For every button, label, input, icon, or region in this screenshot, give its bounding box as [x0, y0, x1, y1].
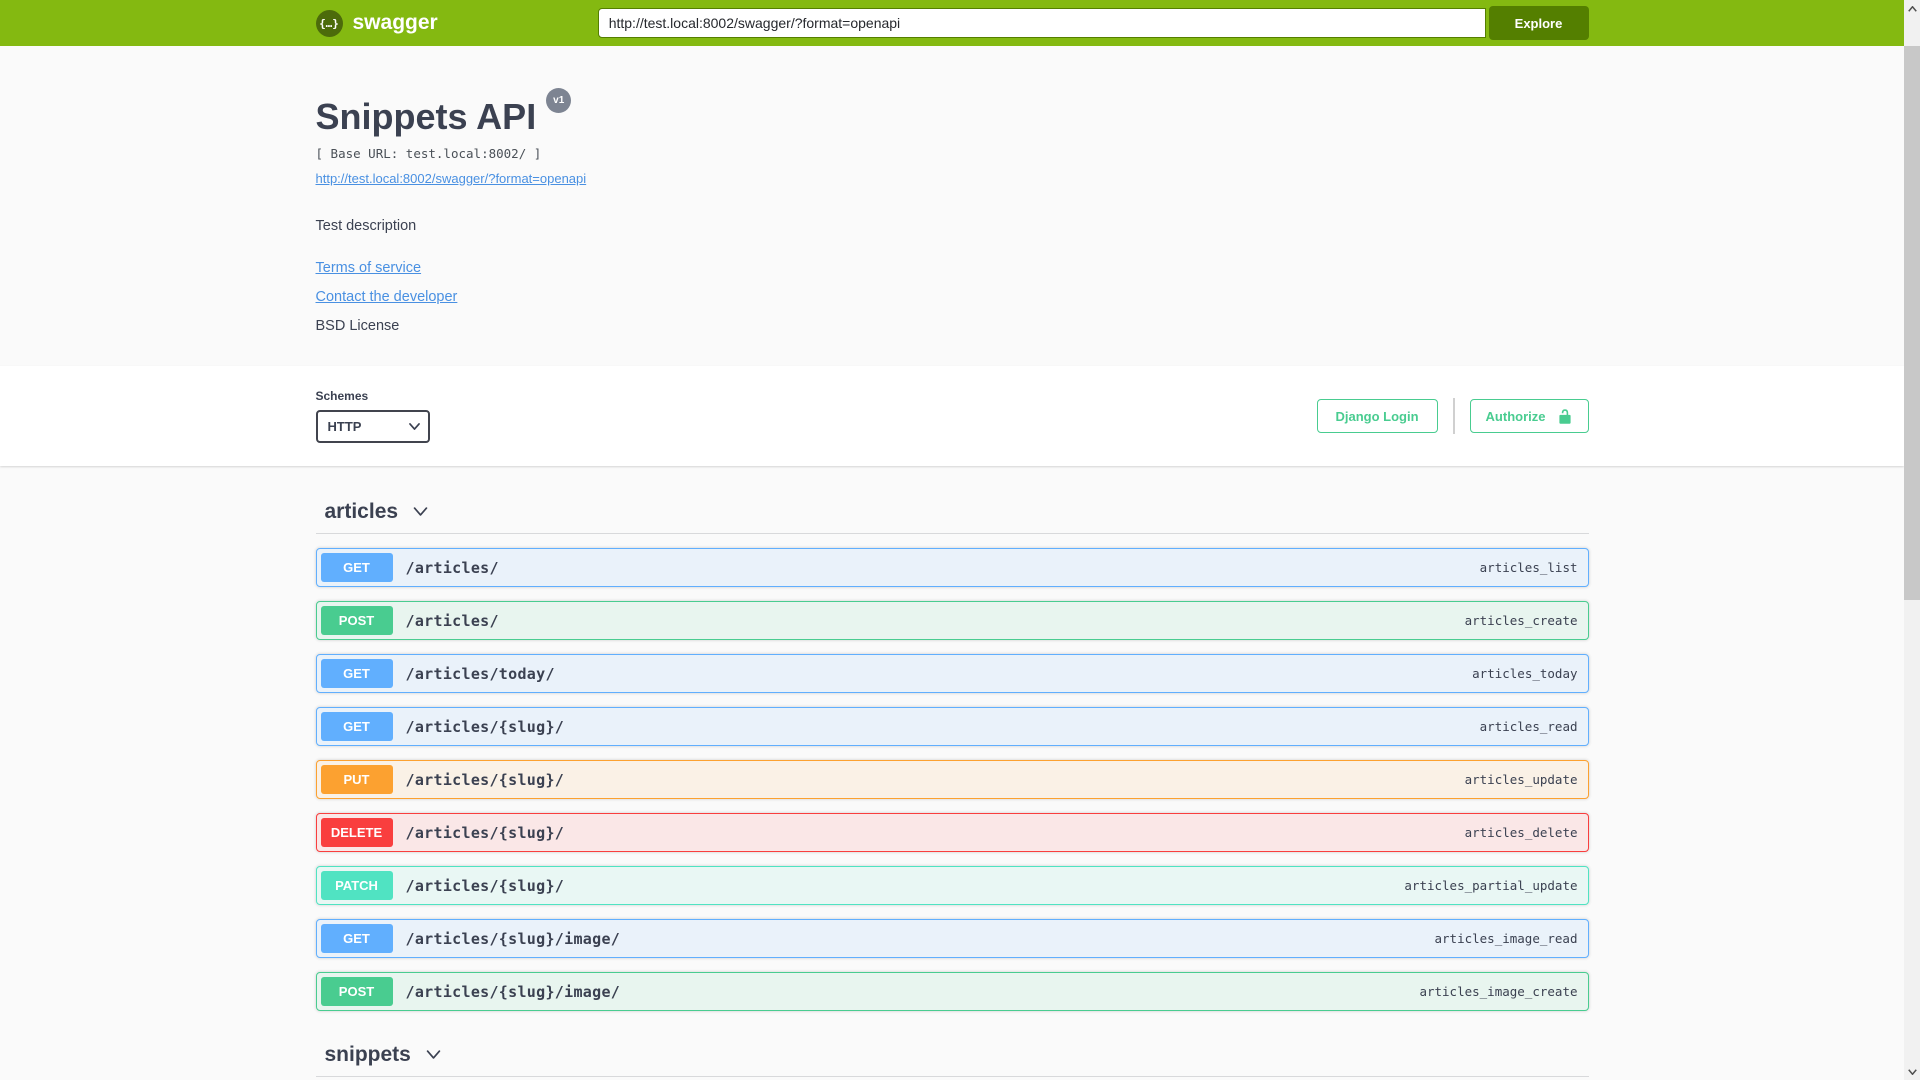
- endpoint-path: /articles/{slug}/: [405, 717, 565, 736]
- schemes-label: Schemes: [315, 389, 369, 403]
- http-method-badge: POST: [320, 606, 393, 635]
- scrollbar-thumb[interactable]: [1904, 46, 1920, 600]
- info-section: Snippets API v1 [ Base URL: test.local:8…: [0, 46, 1904, 366]
- endpoint-row[interactable]: POST /articles/ articles_create: [315, 601, 1589, 640]
- endpoint-path: /articles/{slug}/image/: [405, 982, 621, 1001]
- api-description: Test description: [315, 218, 417, 234]
- api-title-text: Snippets API: [315, 96, 537, 137]
- http-method-badge: POST: [320, 977, 393, 1006]
- endpoint-path: /articles/{slug}/: [405, 770, 565, 789]
- http-method-badge: PUT: [320, 765, 393, 794]
- swagger-logo-icon: {…}: [315, 9, 343, 37]
- endpoint-row[interactable]: GET /articles/today/ articles_today: [315, 654, 1589, 693]
- spec-url-input[interactable]: [597, 8, 1486, 38]
- operations-container: articles GET /articles/ articles_list PO…: [315, 466, 1589, 1080]
- authorize-button-label: Authorize: [1485, 408, 1546, 424]
- chevron-down-icon: [426, 1050, 441, 1059]
- endpoint-path: /articles/: [405, 611, 499, 630]
- vertical-scrollbar[interactable]: [1904, 0, 1920, 1080]
- chevron-down-icon: [413, 507, 428, 516]
- section-articles: articles GET /articles/ articles_list PO…: [315, 498, 1589, 1011]
- endpoint-path: /articles/{slug}/: [405, 876, 565, 895]
- version-badge: v1: [546, 88, 572, 113]
- http-method-badge: DELETE: [320, 818, 393, 847]
- operation-id: articles_today: [1472, 666, 1578, 681]
- django-login-button[interactable]: Django Login: [1316, 399, 1438, 433]
- download-url-wrapper: Explore: [597, 6, 1589, 40]
- authorize-button[interactable]: Authorize: [1469, 399, 1589, 433]
- swagger-logo-text: swagger: [352, 11, 438, 34]
- http-method-badge: PATCH: [320, 871, 393, 900]
- endpoint-row[interactable]: GET /articles/ articles_list: [315, 548, 1589, 587]
- spec-link[interactable]: http://test.local:8002/swagger/?format=o…: [316, 171, 587, 186]
- endpoint-row[interactable]: DELETE /articles/{slug}/ articles_delete: [315, 813, 1589, 852]
- explore-button[interactable]: Explore: [1488, 6, 1589, 40]
- page-title: Snippets API v1: [315, 88, 1589, 138]
- endpoint-row[interactable]: GET /articles/{slug}/image/ articles_ima…: [315, 919, 1589, 958]
- schemes-block: Schemes HTTP: [315, 389, 430, 443]
- endpoint-path: /articles/today/: [405, 664, 555, 683]
- unlock-icon: [1558, 408, 1571, 424]
- auth-divider: [1452, 398, 1455, 434]
- scrollbar-down-icon[interactable]: [1904, 1063, 1920, 1080]
- swagger-logo: {…} swagger: [315, 9, 438, 37]
- operation-id: articles_read: [1479, 719, 1578, 734]
- section-header-articles[interactable]: articles: [315, 498, 1589, 534]
- endpoint-row[interactable]: POST /articles/{slug}/image/ articles_im…: [315, 972, 1589, 1011]
- endpoint-row[interactable]: PUT /articles/{slug}/ articles_update: [315, 760, 1589, 799]
- auth-block: Django Login Authorize: [1316, 398, 1589, 434]
- endpoint-path: /articles/: [405, 558, 499, 577]
- operation-id: articles_delete: [1464, 825, 1578, 840]
- operation-id: articles_image_create: [1419, 984, 1578, 999]
- operation-id: articles_image_read: [1434, 931, 1578, 946]
- endpoint-path: /articles/{slug}/image/: [405, 929, 621, 948]
- section-title: articles: [324, 500, 399, 523]
- base-url: [ Base URL: test.local:8002/ ]: [315, 146, 542, 161]
- scheme-bar: Schemes HTTP Django Login Authorize: [0, 366, 1904, 466]
- endpoint-row[interactable]: PATCH /articles/{slug}/ articles_partial…: [315, 866, 1589, 905]
- endpoint-path: /articles/{slug}/: [405, 823, 565, 842]
- http-method-badge: GET: [320, 553, 393, 582]
- operation-id: articles_partial_update: [1404, 878, 1578, 893]
- scheme-select[interactable]: HTTP: [315, 410, 430, 443]
- section-snippets: snippets GET /snippets/ snippets_list: [315, 1041, 1589, 1080]
- section-title: snippets: [324, 1043, 411, 1066]
- operation-id: articles_create: [1464, 613, 1578, 628]
- http-method-badge: GET: [320, 712, 393, 741]
- section-header-snippets[interactable]: snippets: [315, 1041, 1589, 1077]
- scrollbar-up-icon[interactable]: [1904, 0, 1920, 17]
- http-method-badge: GET: [320, 659, 393, 688]
- endpoint-row[interactable]: GET /articles/{slug}/ articles_read: [315, 707, 1589, 746]
- http-method-badge: GET: [320, 924, 393, 953]
- contact-developer-link[interactable]: Contact the developer: [316, 289, 458, 305]
- license-text: BSD License: [315, 318, 400, 334]
- terms-of-service-link[interactable]: Terms of service: [316, 260, 422, 276]
- operation-id: articles_list: [1479, 560, 1578, 575]
- operation-id: articles_update: [1464, 772, 1578, 787]
- topbar: {…} swagger Explore: [0, 0, 1904, 46]
- swagger-page: {…} swagger Explore Snippets API v1 [ Ba…: [0, 0, 1904, 1080]
